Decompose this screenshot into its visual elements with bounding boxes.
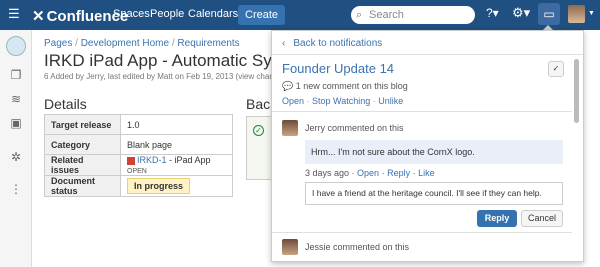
notification-panel: ‹ Back to notifications Founder Update 14… bbox=[271, 30, 584, 262]
confluence-x-icon: ✕ bbox=[32, 8, 45, 25]
back-to-notifications-link[interactable]: ‹ Back to notifications bbox=[282, 38, 382, 49]
detail-value: In progress bbox=[120, 175, 233, 197]
page-byline: 6 Added by Jerry, last edited by Matt on… bbox=[44, 72, 286, 81]
gear-icon[interactable]: ⚙▾ bbox=[512, 5, 530, 21]
divider bbox=[272, 232, 572, 233]
status-badge: In progress bbox=[127, 178, 191, 194]
commenter-line: Jerry commented on this bbox=[305, 123, 404, 133]
comment-time: 3 days ago bbox=[305, 168, 350, 178]
check-icon: ✓ bbox=[552, 64, 560, 73]
reply-textarea[interactable]: I have a friend at the heritage council.… bbox=[305, 182, 563, 205]
pages-icon[interactable]: ❐ bbox=[9, 68, 23, 82]
comment-icon: 💬 bbox=[282, 81, 294, 91]
mark-read-button[interactable]: ✓ bbox=[548, 61, 564, 77]
scrollbar[interactable] bbox=[574, 59, 579, 123]
notification-actions: Open · Stop Watching · Unlike bbox=[282, 96, 404, 106]
issue-status-tag: OPEN bbox=[127, 168, 147, 175]
success-panel: ✓ bbox=[246, 116, 272, 180]
comment-open-link[interactable]: Open bbox=[357, 168, 379, 178]
tree-icon[interactable]: ⋮ bbox=[9, 182, 23, 196]
chevron-down-icon[interactable]: ▼ bbox=[588, 10, 595, 17]
space-tools-icon[interactable]: ✲ bbox=[9, 150, 23, 164]
chevron-left-icon: ‹ bbox=[282, 38, 286, 49]
cancel-button[interactable]: Cancel bbox=[521, 210, 563, 227]
reply-button[interactable]: Reply bbox=[477, 210, 517, 227]
table-row: Related issues IRKD-1 - iPad App OPEN bbox=[44, 154, 233, 176]
space-logo[interactable] bbox=[6, 36, 26, 56]
breadcrumb-development-home[interactable]: Development Home bbox=[81, 38, 169, 49]
detail-key: Category bbox=[44, 134, 121, 155]
detail-key: Target release bbox=[44, 114, 121, 135]
jira-issue-icon bbox=[127, 156, 135, 165]
shortcuts-icon[interactable]: ▣ bbox=[9, 116, 23, 130]
subtitle-text: 1 new comment on this blog bbox=[295, 81, 408, 91]
detail-value: IRKD-1 - iPad App OPEN bbox=[120, 154, 233, 176]
search-input[interactable]: ⌕ Search bbox=[351, 6, 475, 24]
search-icon: ⌕ bbox=[356, 9, 363, 21]
comment-reply-link[interactable]: Reply bbox=[387, 168, 410, 178]
detail-key: Related issues bbox=[44, 154, 121, 176]
breadcrumb-pages[interactable]: Pages bbox=[44, 38, 72, 49]
issue-link[interactable]: IRKD-1 bbox=[137, 155, 167, 165]
breadcrumb: Pages / Development Home / Requirements bbox=[44, 38, 240, 49]
menu-icon[interactable]: ☰ bbox=[8, 7, 20, 20]
bell-icon: ▭ bbox=[543, 7, 555, 21]
left-sidebar: ❐ ≋ ▣ ✲ ⋮ bbox=[0, 30, 32, 267]
notifications-button[interactable]: ▭ bbox=[538, 3, 560, 25]
comment-like-link[interactable]: Like bbox=[418, 168, 435, 178]
comment-quote: Hrm... I'm not sure about the CornX logo… bbox=[305, 140, 563, 164]
user-avatar[interactable] bbox=[568, 5, 585, 23]
nav-calendars[interactable]: Calendars bbox=[188, 8, 238, 20]
detail-value: Blank page bbox=[120, 134, 233, 155]
detail-key: Document status bbox=[44, 175, 121, 197]
detail-value: 1.0 bbox=[120, 114, 233, 135]
back-label: Back to notifications bbox=[293, 38, 383, 49]
table-row: Category Blank page bbox=[44, 134, 233, 155]
issue-summary: - iPad App bbox=[166, 155, 211, 165]
search-placeholder: Search bbox=[369, 9, 404, 21]
commenter-line: Jessie commented on this bbox=[305, 242, 410, 252]
stop-watching-link[interactable]: Stop Watching bbox=[312, 96, 370, 106]
notification-title[interactable]: Founder Update 14 bbox=[282, 61, 394, 76]
unlike-link[interactable]: Unlike bbox=[378, 96, 403, 106]
create-button[interactable]: Create bbox=[238, 5, 286, 25]
details-heading: Details bbox=[44, 96, 87, 112]
avatar bbox=[282, 239, 298, 255]
top-navigation-bar: ☰ ✕ Confluence Spaces People Calendars C… bbox=[0, 0, 600, 30]
divider bbox=[272, 54, 583, 55]
check-circle-icon: ✓ bbox=[253, 125, 264, 136]
nav-spaces[interactable]: Spaces bbox=[113, 8, 150, 20]
avatar bbox=[282, 120, 298, 136]
table-row: Target release 1.0 bbox=[44, 114, 233, 135]
help-icon[interactable]: ?▾ bbox=[486, 6, 499, 20]
breadcrumb-requirements[interactable]: Requirements bbox=[177, 38, 239, 49]
comment-meta: 3 days ago · Open · Reply · Like bbox=[305, 168, 435, 178]
open-link[interactable]: Open bbox=[282, 96, 304, 106]
notification-subtitle: 💬 1 new comment on this blog bbox=[282, 81, 408, 92]
divider bbox=[272, 111, 572, 112]
table-row: Document status In progress bbox=[44, 175, 233, 197]
nav-people[interactable]: People bbox=[150, 8, 184, 20]
details-table: Target release 1.0 Category Blank page R… bbox=[44, 114, 233, 197]
blog-icon[interactable]: ≋ bbox=[9, 92, 23, 106]
